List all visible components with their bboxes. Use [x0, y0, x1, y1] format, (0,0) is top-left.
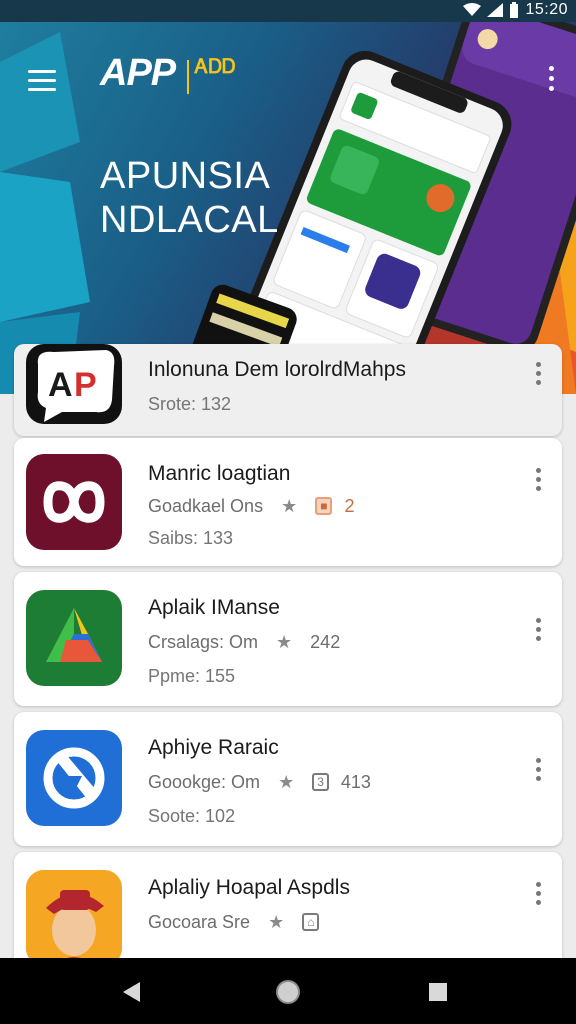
- clock: 15:20: [525, 1, 568, 18]
- recents-button[interactable]: [428, 982, 448, 1007]
- list-item[interactable]: Manric loagtian Goadkael Ons ★ ■ 2 Saibs: 1…: [14, 438, 562, 566]
- app-icon-drive: [26, 590, 122, 686]
- rating-count: 2: [344, 496, 355, 516]
- more-options-icon[interactable]: [536, 362, 542, 389]
- app-subtitle: Saibs: 133: [148, 528, 234, 548]
- menu-button[interactable]: [28, 70, 56, 92]
- hero-headline: APUNSIA NDLACAL: [100, 154, 279, 242]
- app-title: Aplaik IManse: [148, 596, 280, 619]
- app-title: Aplaliy Hoapal Aspdls: [148, 876, 350, 899]
- headline-line-2: NDLACAL: [100, 199, 279, 241]
- svg-text:A: A: [48, 366, 73, 404]
- home-button[interactable]: [274, 978, 302, 1011]
- app-developer: Crsalags: Om: [148, 632, 259, 652]
- app-icon-avatar: [26, 870, 122, 966]
- back-button[interactable]: [120, 980, 144, 1009]
- star-icon: ★: [281, 496, 298, 516]
- rating-count: 242: [310, 632, 341, 652]
- app-developer: Goadkael Ons: [148, 496, 264, 516]
- app-meta: Goookge: Om ★ 3 413: [148, 772, 371, 793]
- rating-badge-icon: ■: [315, 497, 333, 515]
- wifi-icon: [463, 3, 482, 16]
- hero-banner: APP ᎪᎠᎠ APUNSIA NDLACAL: [0, 22, 576, 394]
- app-subtitle: Srote: 132: [148, 394, 232, 414]
- app-title: Aphiye Raraic: [148, 736, 279, 759]
- star-icon: ★: [276, 632, 293, 652]
- app-icon-loop: [26, 454, 122, 550]
- headline-line-1: APUNSIA: [100, 155, 271, 197]
- badge-icon: ⌂: [302, 913, 320, 931]
- battery-icon: [510, 2, 519, 18]
- star-icon: ★: [278, 772, 295, 792]
- app-developer: Gocoara Sre: [148, 912, 251, 932]
- navigation-bar: [0, 958, 576, 1024]
- rating-count: 413: [340, 772, 371, 792]
- app-subtitle: Ppme: 155: [148, 666, 236, 686]
- badge-icon: 3: [312, 773, 329, 791]
- app-icon-sync: [26, 730, 122, 826]
- more-options-icon[interactable]: [536, 882, 542, 909]
- app-meta: Gocoara Sre ★ ⌂: [148, 912, 331, 933]
- list-item[interactable]: Aphiye Raraic Goookge: Om ★ 3 413 Soote: 10…: [14, 712, 562, 846]
- app-subtitle: Soote: 102: [148, 806, 236, 826]
- app-developer: Goookge: Om: [148, 772, 261, 792]
- app-meta: Crsalags: Om ★ 242: [148, 632, 340, 653]
- more-options-icon[interactable]: [536, 468, 542, 495]
- more-options-icon[interactable]: [536, 618, 542, 645]
- star-icon: ★: [268, 912, 285, 932]
- status-bar: 15:20: [0, 0, 576, 22]
- app-title: Manric loagtian: [148, 462, 291, 485]
- more-options-icon[interactable]: [536, 758, 542, 785]
- app-meta: Goadkael Ons ★ ■ 2: [148, 496, 354, 517]
- app-icon-ap: A P: [26, 344, 122, 424]
- brand-tag: ᎪᎠᎠ: [195, 56, 236, 78]
- svg-text:P: P: [74, 366, 97, 404]
- list-item[interactable]: Aplaik IManse Crsalags: Om ★ 242 Ppme: 155: [14, 572, 562, 706]
- app-title: Inlonuna Dem lorolrdMahps: [148, 358, 406, 381]
- brand-divider: [187, 60, 189, 94]
- brand-logo: APP: [100, 52, 176, 94]
- list-item[interactable]: A P Inlonuna Dem lorolrdMahps Srote: 132: [14, 344, 562, 436]
- signal-icon: [487, 3, 504, 17]
- more-options-icon[interactable]: [549, 66, 554, 96]
